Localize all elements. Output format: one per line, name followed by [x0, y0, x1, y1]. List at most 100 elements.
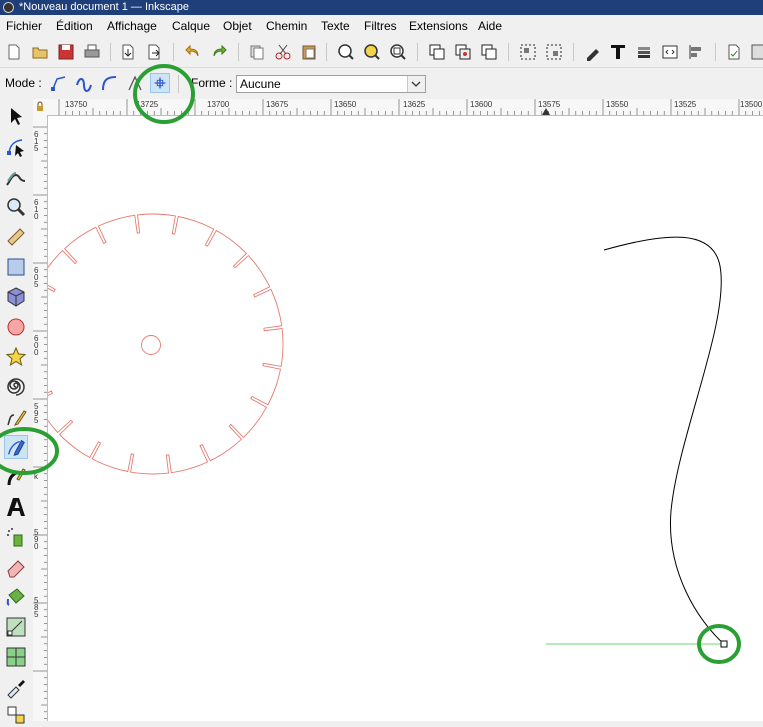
menu-edition[interactable]: Édition: [56, 19, 93, 33]
paraxial-mode-icon[interactable]: [125, 73, 145, 93]
ruler-label: 13675: [266, 100, 289, 109]
redo-icon[interactable]: [209, 42, 229, 62]
xml-editor-icon[interactable]: [660, 42, 680, 62]
copy-icon[interactable]: [247, 42, 267, 62]
group-icon[interactable]: [518, 42, 538, 62]
fill-stroke-icon[interactable]: [583, 42, 603, 62]
save-icon[interactable]: [56, 42, 76, 62]
new-document-icon[interactable]: [4, 42, 24, 62]
toolbar-separator: [326, 43, 327, 61]
ruler-label: 13500: [740, 100, 763, 109]
drawing-canvas[interactable]: [48, 116, 763, 721]
toolbar-separator: [238, 43, 239, 61]
undo-icon[interactable]: [183, 42, 203, 62]
clone-icon[interactable]: [453, 42, 473, 62]
zoom-page-icon[interactable]: [388, 42, 408, 62]
tweak-tool-icon[interactable]: [4, 165, 28, 189]
commands-toolbar: [0, 38, 763, 68]
bezier-path[interactable]: [603, 236, 725, 645]
inkscape-logo-icon: [3, 2, 14, 13]
ruler-label: 6 1 5: [34, 130, 39, 153]
chevron-down-icon[interactable]: [407, 76, 425, 92]
menu-filtres[interactable]: Filtres: [364, 19, 397, 33]
zoom-selection-icon[interactable]: [336, 42, 356, 62]
toolbar-separator: [715, 43, 716, 61]
paraxial-line-mode-icon[interactable]: [150, 73, 170, 93]
gear-shape[interactable]: [48, 213, 284, 475]
duplicate-icon[interactable]: [427, 42, 447, 62]
node-tool-icon[interactable]: [4, 135, 28, 159]
vertical-ruler[interactable]: 6 1 5 6 1 0 6 0 5 6 0 0 5 9 5 k 5 9 0 5 …: [33, 115, 48, 721]
menu-chemin[interactable]: Chemin: [266, 19, 307, 33]
ruler-label: 13600: [470, 100, 493, 109]
spiro-mode-icon[interactable]: [74, 73, 94, 93]
menu-aide[interactable]: Aide: [478, 19, 502, 33]
title-bar: *Nouveau document 1 — Inkscape: [0, 0, 763, 15]
canvas-svg[interactable]: [48, 116, 763, 721]
ruler-label: 6 0 0: [34, 334, 39, 357]
document-properties-icon[interactable]: [724, 42, 744, 62]
ellipse-tool-icon[interactable]: [4, 315, 28, 339]
ruler-label: k: [34, 472, 38, 481]
menu-fichier[interactable]: Fichier: [6, 19, 42, 33]
measure-tool-icon[interactable]: [4, 225, 28, 249]
open-folder-icon[interactable]: [30, 42, 50, 62]
ruler-corner: [33, 99, 47, 115]
toolbar-separator: [508, 43, 509, 61]
menu-texte[interactable]: Texte: [321, 19, 350, 33]
toolbar-separator: [173, 43, 174, 61]
menu-extensions[interactable]: Extensions: [409, 19, 468, 33]
regular-bezier-mode-icon[interactable]: [49, 73, 69, 93]
ruler-label: 5 9 0: [34, 528, 39, 551]
menu-objet[interactable]: Objet: [223, 19, 252, 33]
mesh-tool-icon[interactable]: [4, 645, 28, 669]
gear-center-hole[interactable]: [141, 335, 161, 355]
toolbar-separator: [417, 43, 418, 61]
bspline-mode-icon[interactable]: [99, 73, 119, 93]
horizontal-ruler[interactable]: 13750 13725 13700 13675 13650 13625 1360…: [47, 99, 763, 116]
ruler-label: 6 0 5: [34, 266, 39, 289]
spray-tool-icon[interactable]: [4, 525, 28, 549]
toolbar-separator: [573, 43, 574, 61]
menu-affichage[interactable]: Affichage: [107, 19, 157, 33]
ungroup-icon[interactable]: [544, 42, 564, 62]
text-tool-icon[interactable]: [4, 495, 28, 519]
import-icon[interactable]: [118, 42, 138, 62]
ruler-label: 13700: [207, 100, 230, 109]
eraser-tool-icon[interactable]: [4, 555, 28, 579]
spiral-tool-icon[interactable]: [4, 375, 28, 399]
preferences-icon[interactable]: [749, 42, 763, 62]
paint-bucket-tool-icon[interactable]: [4, 585, 28, 609]
menu-calque[interactable]: Calque: [172, 19, 210, 33]
end-node-handle[interactable]: [720, 640, 728, 648]
ruler-label: 6 1 0: [34, 198, 39, 221]
star-tool-icon[interactable]: [4, 345, 28, 369]
pen-tool-icon[interactable]: [4, 435, 28, 459]
3d-box-tool-icon[interactable]: [4, 285, 28, 309]
controls-separator: [178, 75, 179, 93]
menu-bar: Fichier Édition Affichage Calque Objet C…: [0, 17, 763, 37]
layers-icon[interactable]: [634, 42, 654, 62]
zoom-tool-icon[interactable]: [4, 195, 28, 219]
print-icon[interactable]: [82, 42, 102, 62]
shape-select[interactable]: Aucune: [236, 75, 426, 93]
ruler-label: 13725: [136, 100, 159, 109]
lock-icon: [37, 101, 43, 111]
unlink-clone-icon[interactable]: [479, 42, 499, 62]
ruler-label: 13550: [606, 100, 629, 109]
pencil-tool-icon[interactable]: [4, 405, 28, 429]
dropper-tool-icon[interactable]: [4, 675, 28, 699]
mode-label: Mode :: [5, 76, 42, 90]
connector-tool-icon[interactable]: [4, 703, 28, 727]
selector-tool-icon[interactable]: [4, 105, 28, 129]
zoom-drawing-icon[interactable]: [362, 42, 382, 62]
export-icon[interactable]: [144, 42, 164, 62]
gradient-tool-icon[interactable]: [4, 615, 28, 639]
align-distribute-icon[interactable]: [686, 42, 706, 62]
cut-icon[interactable]: [273, 42, 293, 62]
calligraphy-tool-icon[interactable]: [4, 465, 28, 489]
text-font-icon[interactable]: [608, 42, 628, 62]
paste-icon[interactable]: [299, 42, 319, 62]
rectangle-tool-icon[interactable]: [4, 255, 28, 279]
shape-select-value: Aucune: [240, 77, 281, 91]
